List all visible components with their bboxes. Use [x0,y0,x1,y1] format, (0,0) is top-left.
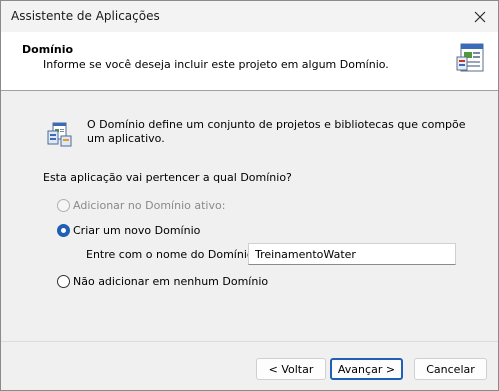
domain-info-icon [47,122,72,147]
radio-label: Não adicionar em nenhum Domínio [73,275,269,288]
info-text: O Domínio define um conjunto de projetos… [87,118,466,145]
close-button[interactable] [462,1,498,32]
cancel-button[interactable]: Cancelar [414,358,487,380]
domain-question: Esta aplicação vai pertencer a qual Domí… [43,171,292,184]
radio-label: Adicionar no Domínio ativo: [73,199,226,212]
window-title: Assistente de Aplicações [11,9,160,23]
radio-create-new-domain[interactable]: Criar um novo Domínio [57,224,200,237]
radio-no-domain[interactable]: Não adicionar em nenhum Domínio [57,275,268,288]
title-bar: Assistente de Aplicações [1,1,498,32]
radio-add-active-domain[interactable]: Adicionar no Domínio ativo: [57,199,225,212]
radio-label: Criar um novo Domínio [73,224,201,237]
domain-name-label: Entre com o nome do Domínio: [86,248,258,261]
domain-name-input[interactable] [248,243,456,265]
next-button[interactable]: Avançar > [330,358,403,380]
wizard-window: Assistente de Aplicações Domínio Informe… [0,0,499,391]
close-icon [474,11,486,22]
header-subtitle: Informe se você deseja incluir este proj… [43,58,389,71]
header-title: Domínio [22,43,74,56]
radio-button[interactable] [57,275,70,288]
radio-button[interactable] [57,199,70,212]
footer-divider [1,341,498,342]
wizard-document-icon [456,43,484,72]
wizard-header: Domínio Informe se você deseja incluir e… [1,32,498,91]
radio-button[interactable] [57,224,70,237]
back-button[interactable]: < Voltar [256,358,326,380]
